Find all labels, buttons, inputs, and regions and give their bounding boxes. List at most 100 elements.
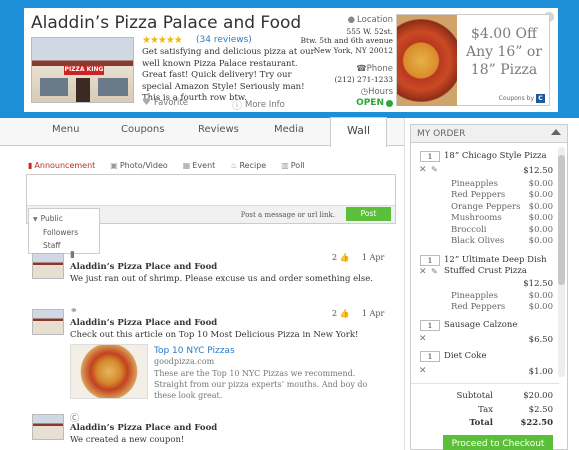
subtotal-label: Subtotal: [456, 391, 493, 401]
audience-option-staff[interactable]: Staff: [33, 239, 99, 252]
post-author[interactable]: Aladdin’s Pizza Place and Food: [70, 262, 217, 272]
order-scrollbar[interactable]: [558, 147, 565, 377]
tax-value: $2.50: [528, 405, 553, 415]
topping-price: $0.00: [528, 179, 553, 189]
post-type-recipe[interactable]: ♨ Recipe: [230, 161, 266, 170]
quantity-field[interactable]: 1: [420, 255, 440, 266]
topping-price: $0.00: [528, 213, 553, 223]
business-title: Aladdin’s Pizza Palace and Food: [31, 13, 302, 33]
order-item-price: $1.00: [528, 367, 553, 377]
phone-number[interactable]: (212) 271-1233: [293, 75, 394, 85]
audience-option-followers[interactable]: Followers: [33, 226, 99, 239]
quantity-field[interactable]: 1: [420, 151, 440, 162]
remove-icon[interactable]: ✕: [419, 165, 427, 175]
storefront-image[interactable]: PIZZA KING: [31, 37, 134, 103]
remove-icon[interactable]: ✕: [419, 366, 427, 376]
reviews-link[interactable]: (34 reviews): [196, 35, 252, 45]
business-avatar[interactable]: [32, 253, 64, 279]
collapse-up-icon[interactable]: [551, 129, 561, 135]
tab-wall[interactable]: Wall: [330, 117, 388, 147]
edit-icon[interactable]: ✎: [431, 267, 438, 276]
post-button[interactable]: Post: [346, 207, 391, 221]
audience-dropdown[interactable]: ▼ Public Followers Staff: [28, 208, 100, 254]
edit-icon[interactable]: ✎: [431, 165, 438, 174]
thumbs-up-icon: 👍: [337, 253, 350, 262]
remove-icon[interactable]: ✕: [419, 267, 427, 277]
order-item-name-line-2: Stuffed Crust Pizza: [444, 266, 527, 276]
address-line-3: New York, NY 20012: [313, 45, 393, 55]
coupons-logo-icon: C: [536, 94, 545, 103]
topping-price: $0.00: [528, 190, 553, 200]
info-icon: ⓘ: [232, 101, 242, 112]
audience-option-public[interactable]: ▼ Public: [33, 212, 99, 226]
post-author[interactable]: Aladdin’s Pizza Place and Food: [70, 423, 217, 433]
totals-divider: [411, 383, 559, 384]
more-info-button[interactable]: ⓘ More Info: [232, 97, 285, 113]
like-count[interactable]: 2 👍: [332, 253, 350, 262]
hours-block: ◷Hours OPEN: [293, 87, 393, 108]
camera-icon: ▣: [110, 161, 118, 170]
tab-media[interactable]: Media: [274, 124, 304, 135]
checkout-button[interactable]: Proceed to Checkout: [443, 435, 553, 450]
quantity-field[interactable]: 1: [420, 320, 440, 331]
post-type-photo[interactable]: ▣ Photo/Video: [110, 161, 168, 170]
rating-stars: ★★★★★: [142, 35, 183, 46]
order-header[interactable]: MY ORDER: [411, 125, 567, 143]
scrollbar-thumb[interactable]: [558, 155, 565, 285]
total-value: $22.50: [520, 418, 553, 428]
location-block: ● Location 555 W. 52st. Btw. 5th and 6th …: [293, 15, 393, 55]
order-item-price: $12.50: [523, 279, 553, 289]
order-item-name: 12” Ultimate Deep Dish: [444, 255, 547, 265]
quantity-field[interactable]: 1: [420, 351, 440, 362]
link-title[interactable]: Top 10 NYC Pizzas: [154, 346, 235, 356]
favorite-button[interactable]: ♥ Favorite: [142, 97, 188, 108]
poll-icon: ▥: [281, 161, 289, 170]
topping-name: Pineapples: [451, 291, 499, 301]
order-item-name: Sausage Calzone: [444, 320, 518, 330]
order-item-price: $6.50: [528, 335, 553, 345]
storefront-sign: PIZZA KING: [64, 65, 104, 75]
post-type-poll[interactable]: ▥ Poll: [281, 161, 304, 170]
storefront-door: [76, 78, 90, 102]
subtotal-value: $20.00: [523, 391, 553, 401]
calendar-icon: ▦: [182, 161, 191, 170]
clock-icon: ◷: [360, 87, 369, 97]
topping-price: $0.00: [528, 202, 553, 212]
coupon-banner[interactable]: $4.00 Off Any 16” or 18” Pizza Coupons b…: [396, 14, 550, 106]
topping-name: Red Peppers: [451, 190, 506, 200]
total-label: Total: [469, 418, 493, 428]
business-avatar[interactable]: [32, 309, 64, 335]
address-line-2: Btw. 5th and 6th avenue: [300, 36, 393, 45]
tab-coupons[interactable]: Coupons: [121, 124, 164, 135]
hours-label: ◷Hours: [360, 87, 393, 97]
topping-name: Orange Peppers: [451, 202, 521, 212]
topping-name: Broccoli: [451, 225, 487, 235]
post-type-announcement[interactable]: ▮ Announcement: [28, 161, 95, 170]
link-domain: goodpizza.com: [154, 357, 215, 366]
tab-bar: Menu Coupons Reviews Media Wall: [0, 117, 404, 147]
pizza-image: [397, 15, 457, 106]
announcement-icon: ▮: [28, 161, 33, 170]
pin-icon: ●: [347, 15, 356, 25]
link-description: These are the Top 10 NYC Pizzas we recom…: [154, 369, 368, 400]
announcement-icon: ▮: [70, 250, 75, 260]
tab-menu[interactable]: Menu: [52, 124, 79, 135]
business-avatar[interactable]: [32, 414, 64, 440]
topping-price: $0.00: [528, 302, 553, 312]
remove-icon[interactable]: ✕: [419, 334, 427, 344]
post-text: We just ran out of shrimp. Please excuse…: [70, 274, 373, 284]
chef-hat-icon: ♨: [230, 161, 238, 170]
triangle-down-icon: ▼: [33, 216, 38, 223]
more-info-label: More Info: [245, 99, 285, 110]
post-type-event[interactable]: ▦ Event: [183, 161, 215, 170]
order-panel: MY ORDER 1 18” Chicago Style Pizza ✕ ✎ $…: [410, 124, 568, 450]
storefront-window: [98, 78, 128, 96]
like-count[interactable]: 2 👍: [332, 309, 350, 318]
link-preview-image[interactable]: [70, 344, 148, 399]
link-preview[interactable]: Top 10 NYC Pizzas goodpizza.com These ar…: [70, 344, 370, 404]
post-author[interactable]: Aladdin’s Pizza Place and Food: [70, 318, 217, 328]
tab-reviews[interactable]: Reviews: [198, 124, 239, 135]
heart-icon: ♥: [142, 97, 151, 108]
storefront-window: [40, 78, 68, 96]
topping-name: Pineapples: [451, 179, 499, 189]
